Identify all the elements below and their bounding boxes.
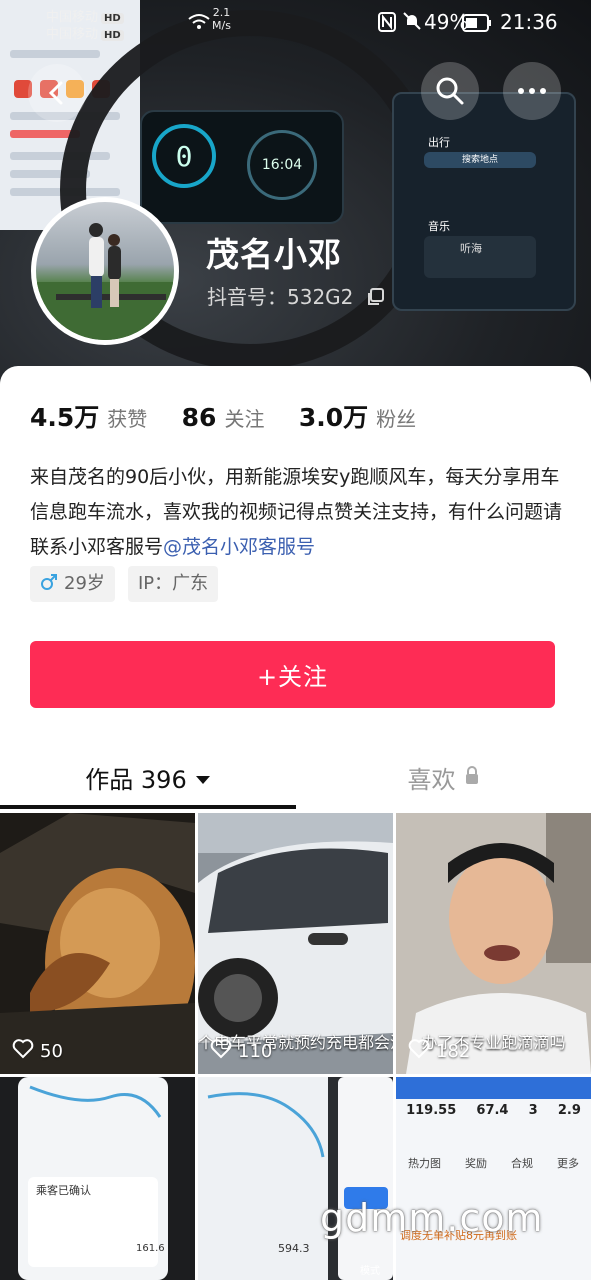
male-icon bbox=[40, 568, 58, 604]
heart-icon bbox=[408, 1039, 430, 1064]
screen-music: 音乐 bbox=[428, 220, 450, 233]
thumb-stats: 119.55 67.4 3 2.9 bbox=[406, 1103, 581, 1118]
thumb-roast-chicken bbox=[0, 813, 195, 1074]
heart-icon bbox=[12, 1039, 34, 1064]
age-tag: 29岁 bbox=[30, 566, 115, 602]
likes-count: 182 bbox=[408, 1039, 470, 1064]
douyin-id: 抖音号：532G2 bbox=[207, 281, 384, 311]
video-thumb[interactable]: 50 bbox=[0, 813, 195, 1074]
thumb-text: 模式 bbox=[360, 1266, 380, 1277]
stat-following[interactable]: 86 关注 bbox=[182, 403, 265, 432]
profile-name: 茂名小邓 bbox=[206, 235, 342, 274]
thumb-text: 594.3 bbox=[278, 1242, 310, 1255]
video-thumb[interactable]: 594.3 模式 bbox=[198, 1077, 393, 1280]
cluster-speed: 0 bbox=[152, 124, 216, 188]
mute-icon bbox=[402, 11, 422, 36]
stat-likes[interactable]: 4.5万 获赞 bbox=[30, 403, 147, 432]
tab-works[interactable]: 作品 396 bbox=[0, 751, 296, 803]
content-tabs: 作品 396 喜欢 bbox=[0, 751, 591, 811]
bio-mention-link[interactable]: @茂名小邓客服号 bbox=[163, 536, 315, 558]
video-thumb[interactable]: 119.55 67.4 3 2.9 热力图 奖励 合规 更多 调度无单补贴8元再到账 bbox=[396, 1077, 591, 1280]
carrier-2: 中国移动 HD bbox=[46, 23, 124, 42]
screen-song: 听海 bbox=[460, 242, 482, 255]
bio: 来自茂名的90后小伙，用新能源埃安y跑顺风车，每天分享用车信息跑车流水，喜欢我的… bbox=[30, 466, 563, 558]
video-thumb[interactable]: 个电车平常就预约充电都会没电的 110 bbox=[198, 813, 393, 1074]
likes-count: 50 bbox=[12, 1039, 63, 1064]
avatar[interactable] bbox=[31, 197, 179, 345]
tab-likes[interactable]: 喜欢 bbox=[296, 751, 591, 803]
back-button[interactable] bbox=[28, 64, 86, 122]
lock-icon bbox=[464, 763, 480, 791]
avatar-photo bbox=[36, 223, 174, 340]
status-bar: 中国移动 HD 中国移动 HD 2.1 M/s 49% 21:36 bbox=[0, 0, 591, 46]
net-speed: 2.1 M/s bbox=[212, 6, 231, 32]
screen-nav: 搜索地点 bbox=[424, 152, 536, 168]
instrument-cluster: 0 16:04 bbox=[140, 110, 344, 224]
thumb-menu: 热力图 奖励 合规 更多 bbox=[408, 1157, 579, 1170]
search-button[interactable] bbox=[421, 62, 479, 120]
clock: 21:36 bbox=[500, 10, 558, 34]
copy-icon[interactable] bbox=[366, 287, 384, 311]
ip-tag: IP：广东 bbox=[128, 566, 219, 602]
heart-icon bbox=[210, 1039, 232, 1064]
nfc-icon bbox=[378, 12, 396, 37]
stats-row: 4.5万 获赞 86 关注 3.0万 粉丝 bbox=[30, 398, 444, 434]
more-button[interactable] bbox=[503, 62, 561, 120]
center-screen: 出行 搜索地点 音乐 听海 bbox=[392, 92, 576, 311]
screen-header: 出行 bbox=[428, 136, 450, 149]
thumb-phone-map-1 bbox=[0, 1077, 195, 1280]
follow-button[interactable]: +关注 bbox=[30, 641, 555, 708]
thumb-text: 乘客已确认 bbox=[36, 1184, 91, 1197]
battery-icon bbox=[462, 13, 492, 37]
caret-down-icon bbox=[195, 763, 211, 791]
likes-count: 110 bbox=[210, 1039, 272, 1064]
more-icon bbox=[518, 88, 546, 94]
search-icon bbox=[436, 77, 464, 105]
back-icon bbox=[48, 81, 63, 105]
video-thumb[interactable]: 办了不专业跑滴滴吗 182 bbox=[396, 813, 591, 1074]
profile-tags: 29岁 IP：广东 bbox=[30, 566, 226, 602]
video-thumb[interactable]: 乘客已确认 161.6 bbox=[0, 1077, 195, 1280]
stat-followers[interactable]: 3.0万 粉丝 bbox=[299, 403, 416, 432]
thumb-text: 161.6 bbox=[136, 1243, 165, 1254]
wifi-icon bbox=[188, 12, 210, 36]
tab-underline bbox=[0, 805, 296, 809]
cluster-time: 16:04 bbox=[247, 130, 317, 200]
watermark: gdmm.com bbox=[320, 1196, 544, 1240]
